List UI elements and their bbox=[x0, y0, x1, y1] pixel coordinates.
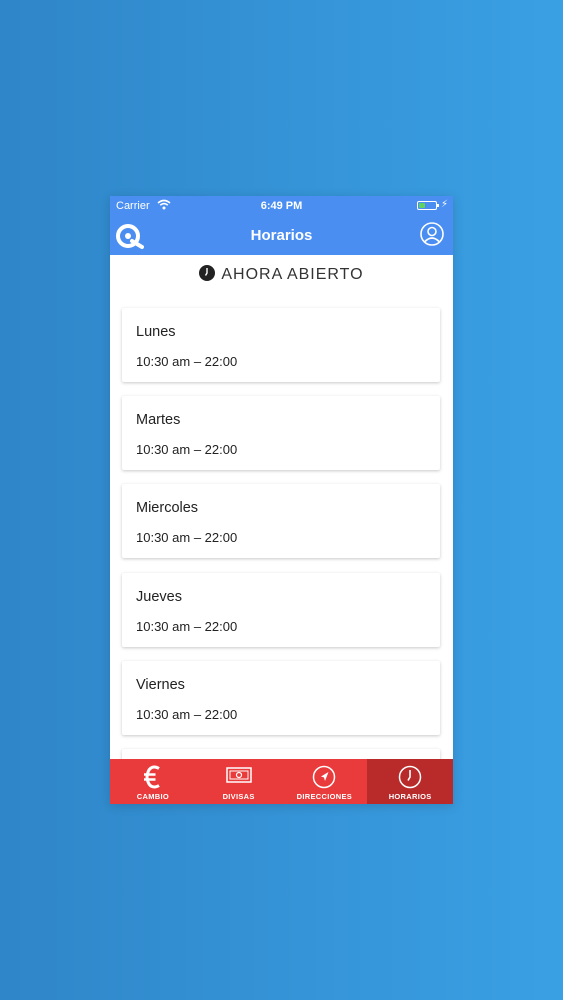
tab-label: HORARIOS bbox=[388, 792, 432, 801]
charging-icon: ⚡ bbox=[440, 199, 448, 210]
tab-horarios[interactable]: HORARIOS bbox=[367, 759, 453, 804]
hours-label: 10:30 am – 22:00 bbox=[136, 354, 238, 369]
navigation-bar: Horarios bbox=[110, 216, 453, 255]
banknote-icon bbox=[225, 767, 252, 783]
tab-label: CAMBIO bbox=[136, 792, 169, 801]
hours-label: 10:30 am – 22:00 bbox=[136, 530, 238, 545]
status-time: 6:49 PM bbox=[260, 200, 303, 212]
tab-cambio[interactable]: CAMBIO bbox=[110, 759, 196, 804]
battery-icon bbox=[417, 201, 439, 210]
navigation-icon bbox=[313, 765, 336, 789]
schedule-card: Lunes 10:30 am – 22:00 bbox=[122, 308, 440, 382]
hours-label: 10:30 am – 22:00 bbox=[136, 707, 238, 722]
open-status: AHORA ABIERTO bbox=[110, 265, 453, 284]
day-label: Lunes bbox=[136, 324, 176, 340]
tab-label: DIRECCIONES bbox=[296, 792, 353, 801]
tab-bar: CAMBIO DIVISAS DIRECCIONES HORARIOS bbox=[110, 759, 453, 804]
schedule-card: Miercoles 10:30 am – 22:00 bbox=[122, 484, 440, 558]
tab-label: DIVISAS bbox=[222, 792, 255, 801]
day-label: Miercoles bbox=[136, 500, 199, 516]
day-label: Jueves bbox=[136, 589, 182, 605]
open-status-label: AHORA ABIERTO bbox=[221, 266, 364, 283]
user-profile-icon[interactable] bbox=[420, 222, 444, 246]
schedule-card: Jueves 10:30 am – 22:00 bbox=[122, 573, 440, 647]
status-bar: Carrier 6:49 PM ⚡ bbox=[110, 196, 453, 216]
schedule-card: Martes 10:30 am – 22:00 bbox=[122, 396, 440, 470]
day-label: Viernes bbox=[136, 677, 185, 693]
clock-icon bbox=[398, 765, 422, 789]
euro-icon bbox=[143, 765, 160, 789]
page-title: Horarios bbox=[250, 227, 313, 244]
tab-divisas[interactable]: DIVISAS bbox=[196, 759, 282, 804]
schedule-card bbox=[122, 749, 440, 759]
schedule-content[interactable]: AHORA ABIERTO Lunes 10:30 am – 22:00 Mar… bbox=[110, 255, 453, 759]
schedule-card: Viernes 10:30 am – 22:00 bbox=[122, 661, 440, 735]
day-label: Martes bbox=[136, 412, 181, 428]
tab-direcciones[interactable]: DIRECCIONES bbox=[282, 759, 368, 804]
hours-label: 10:30 am – 22:00 bbox=[136, 442, 238, 457]
phone-screen: Carrier 6:49 PM ⚡ Horarios AHORA ABIERTO bbox=[110, 196, 453, 804]
clock-icon bbox=[199, 265, 216, 281]
hours-label: 10:30 am – 22:00 bbox=[136, 619, 238, 634]
